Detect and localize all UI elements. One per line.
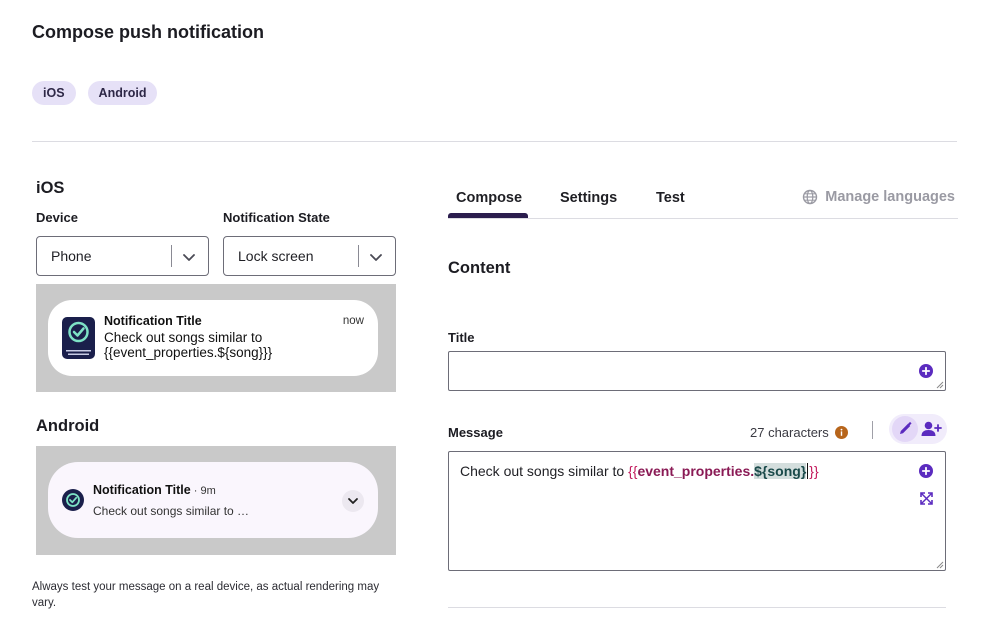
- info-icon[interactable]: [834, 426, 848, 439]
- device-select-value: Phone: [51, 248, 92, 264]
- manage-languages-button[interactable]: Manage languages: [802, 189, 955, 205]
- select-separator: [171, 245, 172, 267]
- divider: [448, 607, 946, 608]
- android-notification-title: Notification Title · 9m: [93, 483, 216, 497]
- divider: [872, 421, 873, 439]
- check-circle-icon: [66, 321, 91, 355]
- content-heading: Content: [448, 259, 511, 277]
- tab-test[interactable]: Test: [656, 190, 685, 206]
- notification-state-select[interactable]: Lock screen: [223, 236, 396, 276]
- chevron-down-icon: [348, 498, 358, 504]
- active-tab-indicator: [448, 213, 528, 218]
- chip-ios[interactable]: iOS: [32, 81, 76, 105]
- ios-notification-time: now: [342, 315, 364, 327]
- android-notification-time: · 9m: [190, 485, 216, 497]
- message-prefix: Check out songs similar to: [460, 463, 629, 479]
- page-title: Compose push notification: [32, 22, 264, 42]
- character-count-text: 27 characters: [750, 425, 829, 440]
- globe-icon: [803, 189, 818, 205]
- device-label: Device: [36, 210, 78, 225]
- resize-handle-icon[interactable]: [936, 561, 944, 569]
- add-user-icon[interactable]: [920, 418, 942, 440]
- select-separator: [358, 245, 359, 267]
- title-label: Title: [448, 330, 475, 345]
- check-circle-icon: [62, 489, 84, 511]
- divider: [32, 141, 957, 142]
- character-count: 27 characters: [750, 425, 848, 440]
- message-text: Check out songs similar to {{event_prope…: [460, 463, 819, 479]
- platform-chips: iOS Android: [32, 81, 158, 105]
- tab-bar: Compose Settings Test Manage languages: [448, 185, 958, 219]
- device-select[interactable]: Phone: [36, 236, 209, 276]
- android-preview: Notification Title · 9m Check out songs …: [36, 446, 396, 555]
- tab-settings[interactable]: Settings: [560, 190, 617, 206]
- title-input[interactable]: [448, 351, 946, 391]
- expand-button[interactable]: [342, 490, 364, 512]
- message-input[interactable]: Check out songs similar to {{event_prope…: [448, 451, 946, 571]
- add-personalization-icon[interactable]: [919, 464, 933, 478]
- manage-languages-label: Manage languages: [825, 189, 955, 205]
- token-event-properties: event_properties.: [637, 463, 755, 479]
- edit-button[interactable]: [892, 416, 918, 442]
- app-icon: [62, 317, 95, 359]
- rendering-note: Always test your message on a real devic…: [32, 581, 380, 609]
- message-label: Message: [448, 425, 503, 440]
- expand-icon[interactable]: [920, 492, 933, 505]
- token-song: ${song}: [754, 463, 807, 479]
- android-title-text: Notification Title: [93, 483, 191, 497]
- tab-compose[interactable]: Compose: [456, 190, 522, 206]
- android-notification-body: Check out songs similar to …: [93, 504, 250, 518]
- notification-state-label: Notification State: [223, 210, 330, 225]
- token-close-braces: }}: [809, 463, 819, 479]
- notification-state-value: Lock screen: [238, 248, 314, 264]
- add-personalization-icon[interactable]: [919, 364, 933, 378]
- message-tools: [889, 414, 947, 444]
- chevron-down-icon: [183, 254, 195, 261]
- ios-notification-title: Notification Title: [104, 314, 202, 328]
- ios-preview: Notification Title now Check out songs s…: [36, 284, 396, 392]
- android-notification-card: Notification Title · 9m Check out songs …: [48, 462, 378, 538]
- ios-notification-card: Notification Title now Check out songs s…: [48, 300, 378, 376]
- ios-notification-body: Check out songs similar to {{event_prope…: [104, 330, 273, 360]
- resize-handle-icon[interactable]: [936, 381, 944, 389]
- chevron-down-icon: [370, 254, 382, 261]
- chip-android[interactable]: Android: [87, 81, 158, 105]
- ios-heading: iOS: [36, 179, 65, 197]
- pencil-icon: [900, 421, 912, 434]
- android-heading: Android: [36, 417, 100, 435]
